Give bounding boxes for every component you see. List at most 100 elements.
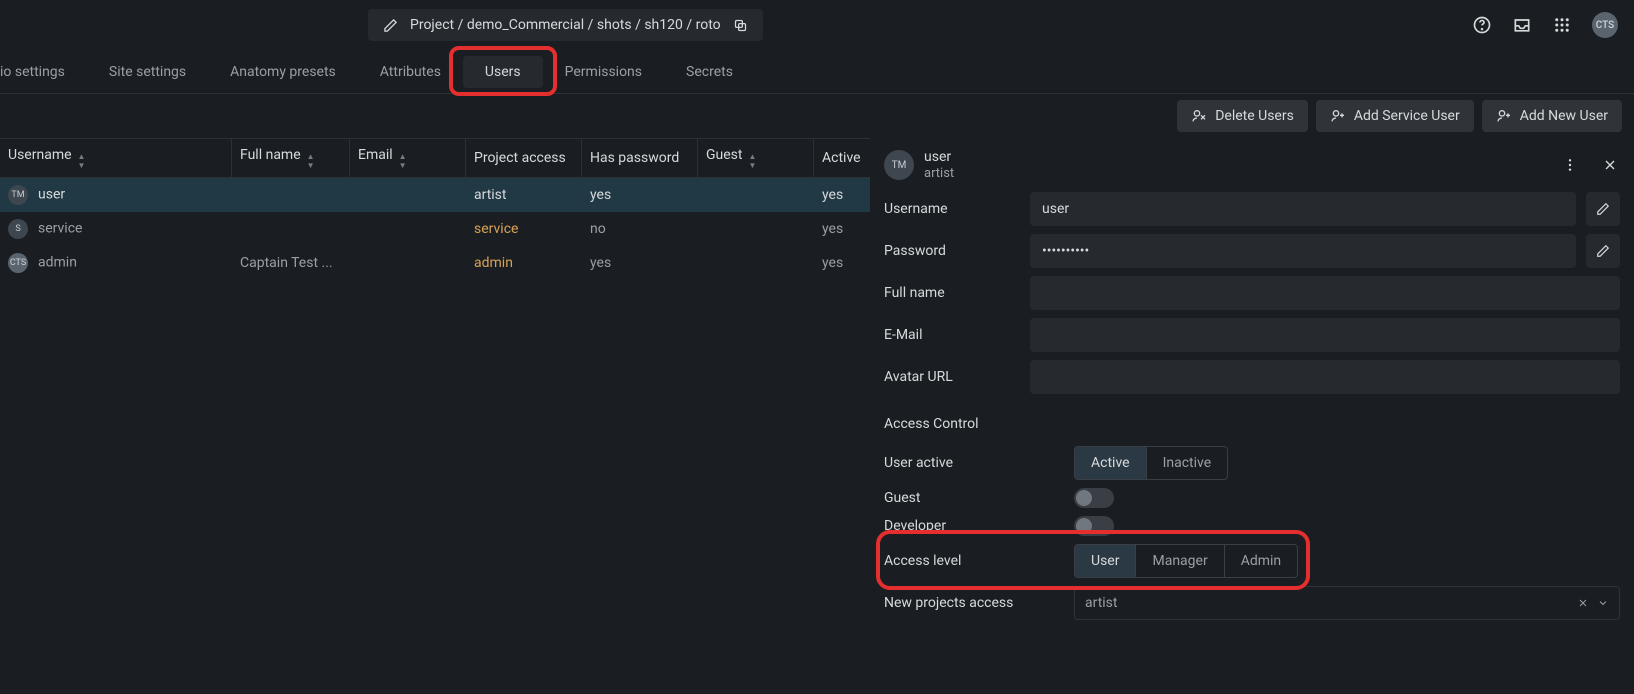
edit-password-button[interactable] <box>1586 234 1620 268</box>
chevron-down-icon <box>1597 597 1609 609</box>
row-guest <box>698 212 814 246</box>
row-has-password: yes <box>582 246 698 280</box>
level-admin-button[interactable]: Admin <box>1225 545 1297 577</box>
row-username: user <box>38 187 65 203</box>
new-projects-access-value: artist <box>1085 595 1118 611</box>
row-email <box>350 212 466 246</box>
sort-icon: ▲▼ <box>307 152 315 170</box>
top-bar: Project / demo_Commercial / shots / sh12… <box>0 0 1634 50</box>
tab-users[interactable]: Users <box>463 56 543 88</box>
col-project-access[interactable]: Project access <box>466 138 582 178</box>
top-right-controls: CTS <box>1472 12 1618 38</box>
row-project-access: artist <box>466 178 582 212</box>
access-level-segment: User Manager Admin <box>1074 544 1298 578</box>
row-fullname <box>232 212 350 246</box>
row-active: yes <box>814 212 870 246</box>
sort-icon: ▲▼ <box>78 152 86 170</box>
row-fullname <box>232 178 350 212</box>
level-user-button[interactable]: User <box>1075 545 1136 577</box>
guest-toggle[interactable] <box>1074 488 1114 508</box>
action-bar: Delete Users Add Service User Add New Us… <box>0 94 1634 138</box>
guest-label: Guest <box>884 490 1064 506</box>
developer-label: Developer <box>884 518 1064 534</box>
access-control-heading: Access Control <box>884 416 1620 432</box>
fullname-input[interactable] <box>1030 276 1620 310</box>
developer-toggle[interactable] <box>1074 516 1114 536</box>
user-detail-pane: TM user artist Username Passwor <box>870 138 1634 694</box>
password-label: Password <box>884 243 1020 259</box>
tab-permissions[interactable]: Permissions <box>543 50 664 94</box>
row-active: yes <box>814 246 870 280</box>
delete-users-label: Delete Users <box>1215 108 1294 124</box>
row-fullname: Captain Test ... <box>232 246 350 280</box>
col-has-password[interactable]: Has password <box>582 138 698 178</box>
sort-icon: ▲▼ <box>748 152 756 170</box>
edit-username-button[interactable] <box>1586 192 1620 226</box>
row-avatar: TM <box>8 185 28 205</box>
password-input[interactable] <box>1030 234 1576 268</box>
table-row[interactable]: Sserviceservicenoyes <box>0 212 870 246</box>
add-new-user-label: Add New User <box>1520 108 1608 124</box>
detail-subtitle: artist <box>924 166 954 182</box>
row-username: service <box>38 221 82 237</box>
avatar-url-input[interactable] <box>1030 360 1620 394</box>
username-input[interactable] <box>1030 192 1576 226</box>
breadcrumb-box[interactable]: Project / demo_Commercial / shots / sh12… <box>368 9 763 41</box>
user-active-label: User active <box>884 455 1064 471</box>
col-email[interactable]: Email▲▼ <box>350 138 466 178</box>
row-has-password: yes <box>582 178 698 212</box>
tab-attributes[interactable]: Attributes <box>358 50 463 94</box>
help-icon[interactable] <box>1472 15 1492 35</box>
content-split: Username▲▼ Full name▲▼ Email▲▼ Project a… <box>0 138 1634 694</box>
new-projects-access-label: New projects access <box>884 595 1064 611</box>
col-username[interactable]: Username▲▼ <box>0 138 232 178</box>
fullname-label: Full name <box>884 285 1020 301</box>
row-email <box>350 246 466 280</box>
email-input[interactable] <box>1030 318 1620 352</box>
row-guest <box>698 178 814 212</box>
detail-title-block: user artist <box>924 149 954 181</box>
main-tabstrip: io settings Site settings Anatomy preset… <box>0 50 1634 94</box>
col-active[interactable]: Active <box>814 138 870 178</box>
row-avatar: S <box>8 219 28 239</box>
copy-icon[interactable] <box>731 15 751 35</box>
avatar[interactable]: CTS <box>1592 12 1618 38</box>
col-guest[interactable]: Guest▲▼ <box>698 138 814 178</box>
tab-secrets[interactable]: Secrets <box>664 50 755 94</box>
table-row[interactable]: CTSadminCaptain Test ...adminyesyes <box>0 246 870 280</box>
user-active-segment: Active Inactive <box>1074 446 1228 480</box>
detail-title: user <box>924 149 954 166</box>
pencil-icon <box>380 15 400 35</box>
username-label: Username <box>884 201 1020 217</box>
breadcrumb: Project / demo_Commercial / shots / sh12… <box>410 17 721 33</box>
table-row[interactable]: TMuserartistyesyes <box>0 178 870 212</box>
detail-header: TM user artist <box>870 138 1634 192</box>
avatar-url-label: Avatar URL <box>884 369 1020 385</box>
inbox-icon[interactable] <box>1512 15 1532 35</box>
new-projects-access-select[interactable]: artist <box>1074 586 1620 620</box>
add-new-user-button[interactable]: Add New User <box>1482 100 1622 132</box>
col-fullname[interactable]: Full name▲▼ <box>232 138 350 178</box>
add-service-user-label: Add Service User <box>1354 108 1460 124</box>
table-body: TMuserartistyesyesSserviceservicenoyesCT… <box>0 178 870 280</box>
delete-users-button[interactable]: Delete Users <box>1177 100 1308 132</box>
close-icon[interactable] <box>1600 155 1620 175</box>
active-button[interactable]: Active <box>1075 447 1147 479</box>
inactive-button[interactable]: Inactive <box>1147 447 1228 479</box>
clear-icon[interactable] <box>1577 597 1589 609</box>
row-active: yes <box>814 178 870 212</box>
more-icon[interactable] <box>1560 155 1580 175</box>
users-table: Username▲▼ Full name▲▼ Email▲▼ Project a… <box>0 138 870 280</box>
users-table-pane: Username▲▼ Full name▲▼ Email▲▼ Project a… <box>0 138 870 694</box>
tab-anatomy-presets[interactable]: Anatomy presets <box>208 50 358 94</box>
add-service-user-button[interactable]: Add Service User <box>1316 100 1474 132</box>
tab-site-settings[interactable]: Site settings <box>87 50 208 94</box>
apps-icon[interactable] <box>1552 15 1572 35</box>
tab-studio-settings[interactable]: io settings <box>0 50 87 94</box>
row-project-access: admin <box>466 246 582 280</box>
row-project-access: service <box>466 212 582 246</box>
level-manager-button[interactable]: Manager <box>1136 545 1224 577</box>
access-level-label: Access level <box>884 553 1064 569</box>
row-username: admin <box>38 255 77 271</box>
sort-icon: ▲▼ <box>399 152 407 170</box>
